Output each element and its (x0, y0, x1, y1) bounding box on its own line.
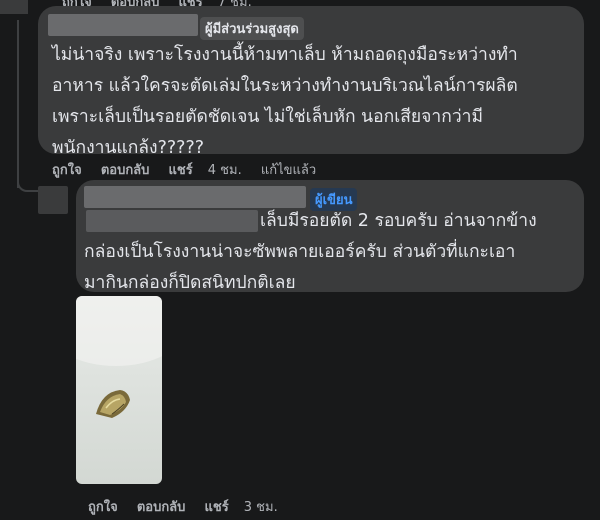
share-button[interactable]: แชร์ (169, 163, 193, 178)
reply-button[interactable]: ตอบกลับ (137, 500, 186, 515)
top-fan-badge: ผู้มีส่วนร่วมสูงสุด (200, 17, 304, 40)
timestamp: 3 ชม. (243, 500, 278, 515)
comment-line: ไม่น่าจริง เพราะโรงงานนี้ห้ามทาเล็บ ห้าม… (52, 45, 518, 65)
edited-label: แก้ไขแล้ว (260, 163, 317, 178)
comment-line: เพราะเล็บเป็นรอยตัดชัดเจน ไม่ใช่เล็บหัก … (52, 107, 484, 127)
comment-actions: ถูกใจ ตอบกลับ แชร์ 4 ชม. แก้ไขแล้ว (52, 159, 316, 180)
comment-line: อาหาร แล้วใครจะตัดเล่มในระหว่างทำงานบริเ… (52, 76, 518, 96)
avatar[interactable] (0, 0, 28, 14)
like-button[interactable]: ถูกใจ (88, 500, 118, 515)
reply-button[interactable]: ตอบกลับ (101, 163, 150, 178)
thread-connector (17, 178, 39, 192)
attached-photo[interactable] (76, 296, 162, 484)
fingernail-image (76, 296, 162, 418)
share-button[interactable]: แชร์ (205, 500, 229, 515)
like-button[interactable]: ถูกใจ (52, 163, 82, 178)
timestamp: 4 ชม. (207, 163, 242, 178)
reply-actions: ถูกใจ ตอบกลับ แชร์ 3 ชม. (88, 496, 278, 517)
author-name-redacted[interactable] (84, 186, 306, 208)
comment-line: เล็บมีรอยตัด 2 รอบครับ อ่านจากข้าง (260, 211, 537, 231)
reply-bubble: ผู้เขียน เล็บมีรอยตัด 2 รอบครับ อ่านจากข… (76, 180, 584, 293)
comment-line: กล่องเป็นโรงงานน่าจะซัพพลายเออร์ครับ ส่ว… (84, 242, 516, 262)
commenter-name-redacted[interactable] (48, 14, 198, 36)
comment-bubble: ผู้มีส่วนร่วมสูงสุด ไม่น่าจริง เพราะโรงง… (38, 6, 584, 158)
comment-text: ไม่น่าจริง เพราะโรงงานนี้ห้ามทาเล็บ ห้าม… (52, 40, 580, 164)
reply-text: เล็บมีรอยตัด 2 รอบครับ อ่านจากข้าง กล่อง… (84, 206, 580, 299)
author-avatar[interactable] (38, 186, 68, 214)
comment-line: มากินกล่องก็ปิดสนิทปกติเลย (84, 273, 296, 293)
thread-line (17, 20, 19, 188)
